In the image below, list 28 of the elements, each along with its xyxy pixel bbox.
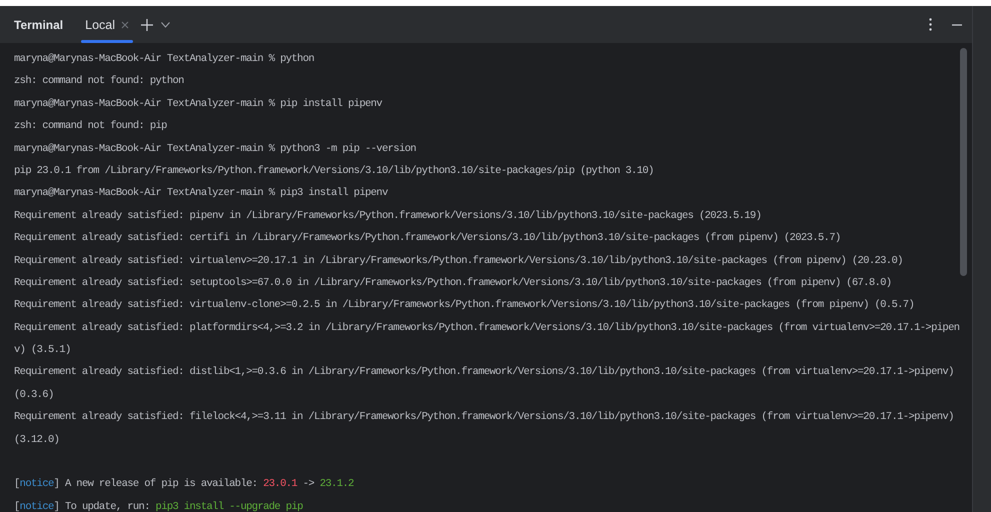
chevron-down-icon[interactable] — [161, 22, 170, 28]
scrollbar-thumb[interactable] — [960, 48, 967, 276]
terminal-line: [notice] To update, run: pip3 install --upgrade pip — [14, 500, 304, 512]
plus-icon[interactable] — [141, 18, 154, 30]
terminal-line: Requirement already satisfied: virtualenv>=20.17.1 in /Library/Frameworks/Python.framework/Versions/3.10/lib/python3.10/site-packages (from pipenv) (20.23.0) — [14, 254, 904, 269]
terminal-line: maryna@Marynas-MacBook-Air TextAnalyzer-main % pip3 install pipenv — [14, 186, 389, 202]
terminal-line: maryna@Marynas-MacBook-Air TextAnalyzer-main % python3 -m pip --version — [14, 142, 417, 157]
terminal-line: zsh: command not found: pip — [14, 119, 168, 134]
terminal-line: pip 23.0.1 from /Library/Frameworks/Python.framework/Versions/3.10/lib/python3.10/site-packages/pip (python 3.10) — [14, 164, 655, 179]
terminal-line: Requirement already satisfied: setuptools>=67.0.0 in /Library/Frameworks/Python.framework/Versions/3.10/lib/python3.10/site-packages (from pipenv) (67.8.0) — [14, 276, 892, 291]
terminal-line: [notice] A new release of pip is available: 23.0.1 -> 23.1.2 — [14, 477, 355, 492]
terminal-line: Requirement already satisfied: distlib<1,>=0.3.6 in /Library/Frameworks/Python.framework/Versions/3.10/lib/python3.10/site-packages (from virtualenv>=20.17.1->pipenv) — [14, 365, 955, 380]
terminal-line: Requirement already satisfied: filelock<4,>=3.11 in /Library/Frameworks/Python.framework/Versions/3.10/lib/python3.10/site-packages (from virtualenv>=20.17.1->pipenv) — [14, 410, 955, 426]
terminal-line: (0.3.6) — [14, 388, 55, 403]
terminal-line: Requirement already satisfied: platformdirs<4,>=3.2 in /Library/Frameworks/Python.framework/Versions/3.10/lib/python3.10/site-packages (from virtualenv>=20.17.1->pipen — [14, 320, 960, 336]
minimize-icon[interactable] — [952, 24, 962, 26]
terminal-line: (3.12.0) — [14, 432, 60, 448]
more-options-icon[interactable] — [929, 18, 932, 31]
terminal-line: maryna@Marynas-MacBook-Air TextAnalyzer-main % python — [14, 52, 316, 67]
panel-title: Terminal — [14, 18, 64, 32]
terminal-line: zsh: command not found: python — [14, 74, 185, 90]
terminal-tab[interactable]: Local — [81, 6, 134, 43]
terminal-line: Requirement already satisfied: pipenv in /Library/Frameworks/Python.framework/Versions/3.10/lib/python3.10/site-packages (2023.5.19) — [14, 208, 762, 224]
terminal-line: maryna@Marynas-MacBook-Air TextAnalyzer-main % pip install pipenv — [14, 96, 384, 112]
close-icon[interactable] — [121, 20, 130, 28]
terminal-line: Requirement already satisfied: certifi in /Library/Frameworks/Python.framework/Versions/3.10/lib/python3.10/site-packages (from pipenv) (2023.5.7) — [14, 231, 842, 246]
terminal-line: v) (3.5.1) — [14, 343, 72, 358]
terminal-line: Requirement already satisfied: virtualenv-clone>=0.2.5 in /Library/Frameworks/Python.framework/Versions/3.10/lib/python3.10/site-packages (from pipenv) (0.5.7) — [14, 298, 916, 314]
